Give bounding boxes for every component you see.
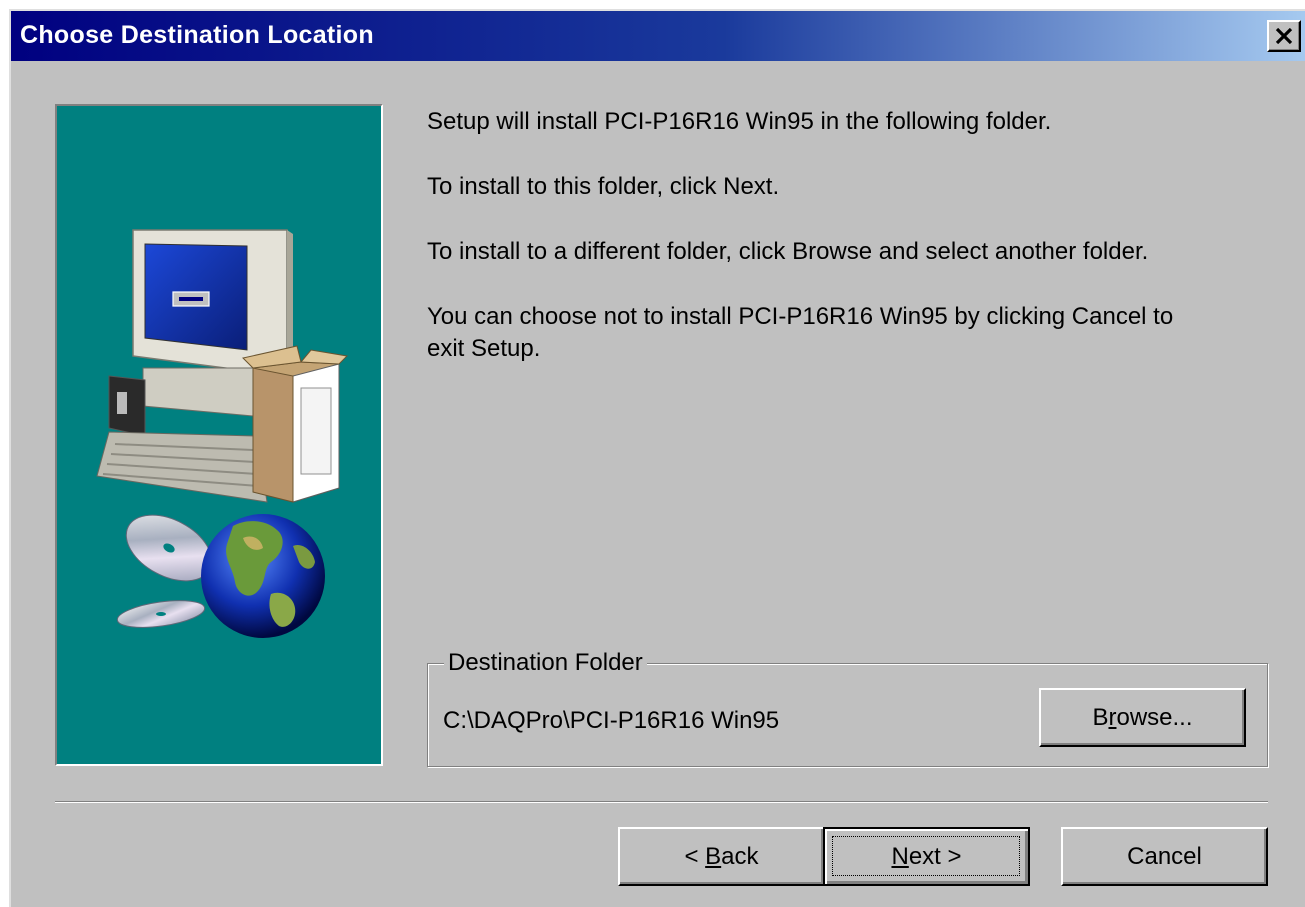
- cancel-instruction-line2: exit Setup.: [427, 335, 541, 362]
- button-separator: [55, 801, 1268, 803]
- browse-label: Browse...: [1092, 703, 1193, 731]
- window-title: Choose Destination Location: [20, 21, 374, 49]
- browse-button[interactable]: Browse...: [1039, 688, 1246, 747]
- software-box-icon: [242, 345, 349, 503]
- destination-folder-group: Destination Folder C:\DAQPro\PCI-P16R16 …: [427, 648, 1268, 767]
- setup-artwork-panel: [55, 104, 383, 766]
- back-button[interactable]: < Back: [618, 827, 825, 886]
- destination-path: C:\DAQPro\PCI-P16R16 Win95: [443, 707, 780, 734]
- focus-ring: [832, 836, 1020, 876]
- click-next-text: To install to this folder, click Next.: [427, 173, 780, 200]
- browse-instruction-text: To install to a different folder, click …: [427, 238, 1149, 265]
- title-bar[interactable]: Choose Destination Location: [11, 11, 1305, 61]
- close-button[interactable]: [1267, 20, 1301, 52]
- cancel-button[interactable]: Cancel: [1061, 827, 1268, 886]
- cancel-instruction-text: You can choose not to install PCI-P16R16…: [427, 301, 1173, 365]
- setup-dialog: Choose Destination Location Setup will i…: [9, 9, 1305, 907]
- cancel-instruction-line1: You can choose not to install PCI-P16R16…: [427, 303, 1174, 330]
- next-button[interactable]: Next >: [823, 827, 1030, 886]
- destination-folder-label: Destination Folder: [444, 648, 647, 678]
- setup-illustration: [96, 229, 349, 638]
- close-icon: [1275, 28, 1293, 44]
- globe-icon: [201, 514, 325, 638]
- back-label: < Back: [684, 842, 759, 870]
- cancel-label: Cancel: [1127, 842, 1202, 870]
- install-folder-text: Setup will install PCI-P16R16 Win95 in t…: [427, 108, 1052, 135]
